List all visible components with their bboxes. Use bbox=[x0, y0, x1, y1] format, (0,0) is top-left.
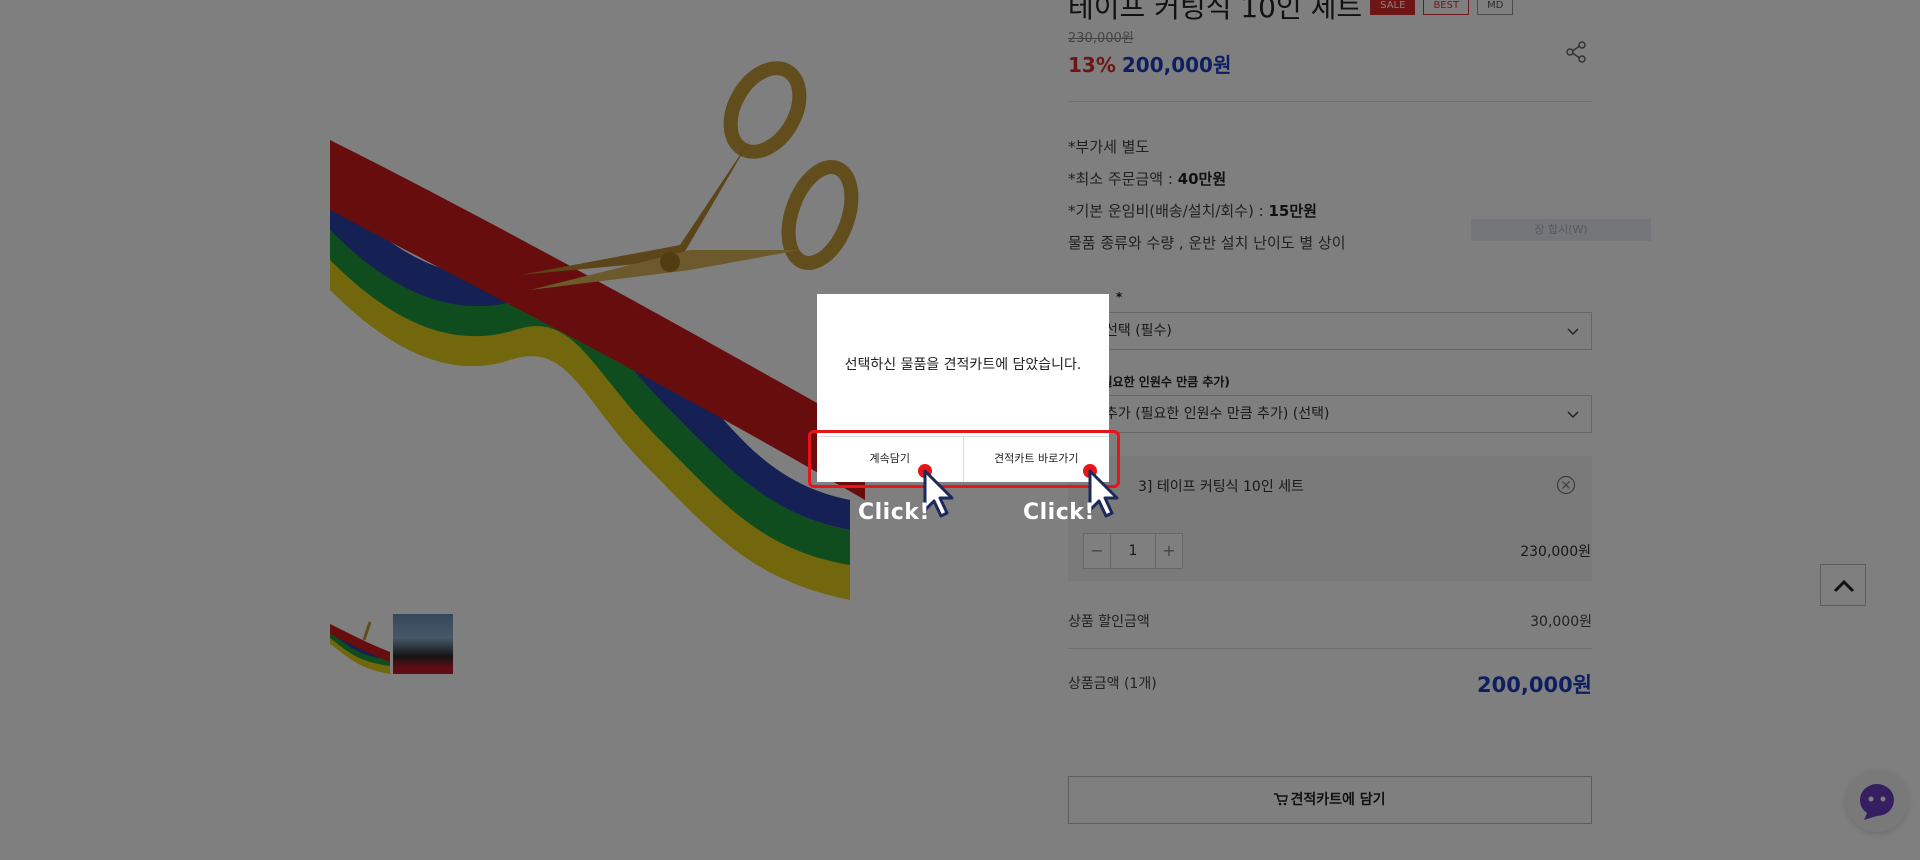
buttons-highlight-box bbox=[808, 430, 1120, 488]
click-annotation-right: Click! bbox=[1023, 500, 1095, 525]
dialog-message: 선택하신 물품을 견적카트에 담았습니다. bbox=[844, 357, 1082, 373]
click-annotation-left: Click! bbox=[858, 500, 930, 525]
